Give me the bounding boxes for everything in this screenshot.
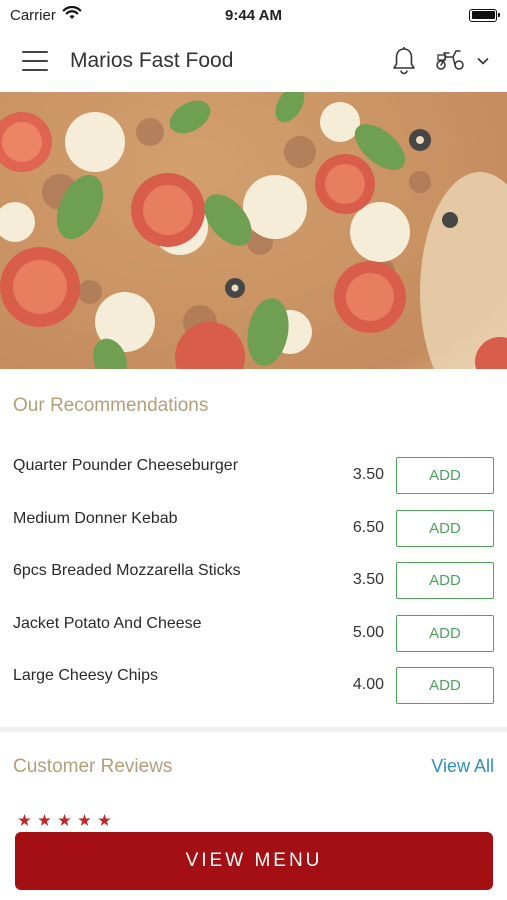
item-name: Medium Donner Kebab	[13, 509, 178, 527]
delivery-selector[interactable]	[435, 47, 489, 76]
recommendations-title: Our Recommendations	[13, 395, 209, 416]
add-button[interactable]: ADD	[396, 509, 494, 547]
list-item: Quarter Pounder Cheeseburger 3.50 ADD	[0, 457, 507, 510]
chevron-down-icon	[477, 52, 489, 70]
item-price: 5.00	[352, 623, 384, 641]
item-name: 6pcs Breaded Mozzarella Sticks	[13, 562, 241, 579]
list-item: 6pcs Breaded Mozzarella Sticks 3.50 ADD	[0, 562, 507, 615]
reviews-title: Customer Reviews	[13, 756, 173, 777]
item-price: 6.50	[352, 518, 384, 536]
hero-image	[0, 92, 507, 369]
add-button[interactable]: ADD	[396, 562, 494, 599]
app-header: Marios Fast Food	[0, 30, 507, 92]
bell-icon[interactable]	[391, 46, 417, 76]
star-icon	[38, 814, 51, 826]
star-icon	[58, 814, 71, 826]
star-icon	[78, 814, 91, 826]
star-rating	[18, 814, 493, 827]
battery-icon	[469, 8, 500, 22]
item-name: Large Cheesy Chips	[13, 667, 158, 684]
list-item: Large Cheesy Chips 4.00 ADD	[0, 667, 507, 720]
review-item	[18, 814, 493, 828]
add-button[interactable]: ADD	[396, 667, 494, 704]
item-price: 3.50	[352, 571, 384, 588]
view-all-link[interactable]: View All	[431, 756, 494, 777]
menu-icon[interactable]	[22, 51, 48, 71]
wifi-icon	[62, 5, 82, 24]
item-price: 3.50	[352, 466, 384, 483]
recommendations-list: Quarter Pounder Cheeseburger 3.50 ADD Me…	[0, 457, 507, 720]
status-left: Carrier	[10, 5, 82, 24]
add-button[interactable]: ADD	[396, 457, 494, 494]
recommendations-section: Our Recommendations Quarter Pounder Chee…	[0, 369, 507, 727]
carrier-label: Carrier	[10, 6, 56, 24]
add-button[interactable]: ADD	[396, 614, 494, 652]
item-name: Jacket Potato And Cheese	[13, 614, 202, 632]
scooter-icon	[435, 47, 465, 76]
list-item: Medium Donner Kebab 6.50 ADD	[0, 509, 507, 563]
star-icon	[18, 814, 31, 826]
app-title: Marios Fast Food	[70, 49, 234, 72]
item-name: Quarter Pounder Cheeseburger	[13, 457, 239, 474]
list-item: Jacket Potato And Cheese 5.00 ADD	[0, 614, 507, 668]
status-bar: Carrier 9:44 AM	[0, 0, 507, 30]
item-price: 4.00	[352, 676, 384, 693]
star-icon	[98, 814, 111, 826]
view-menu-button[interactable]: VIEW MENU	[15, 832, 493, 890]
header-actions	[391, 46, 489, 76]
